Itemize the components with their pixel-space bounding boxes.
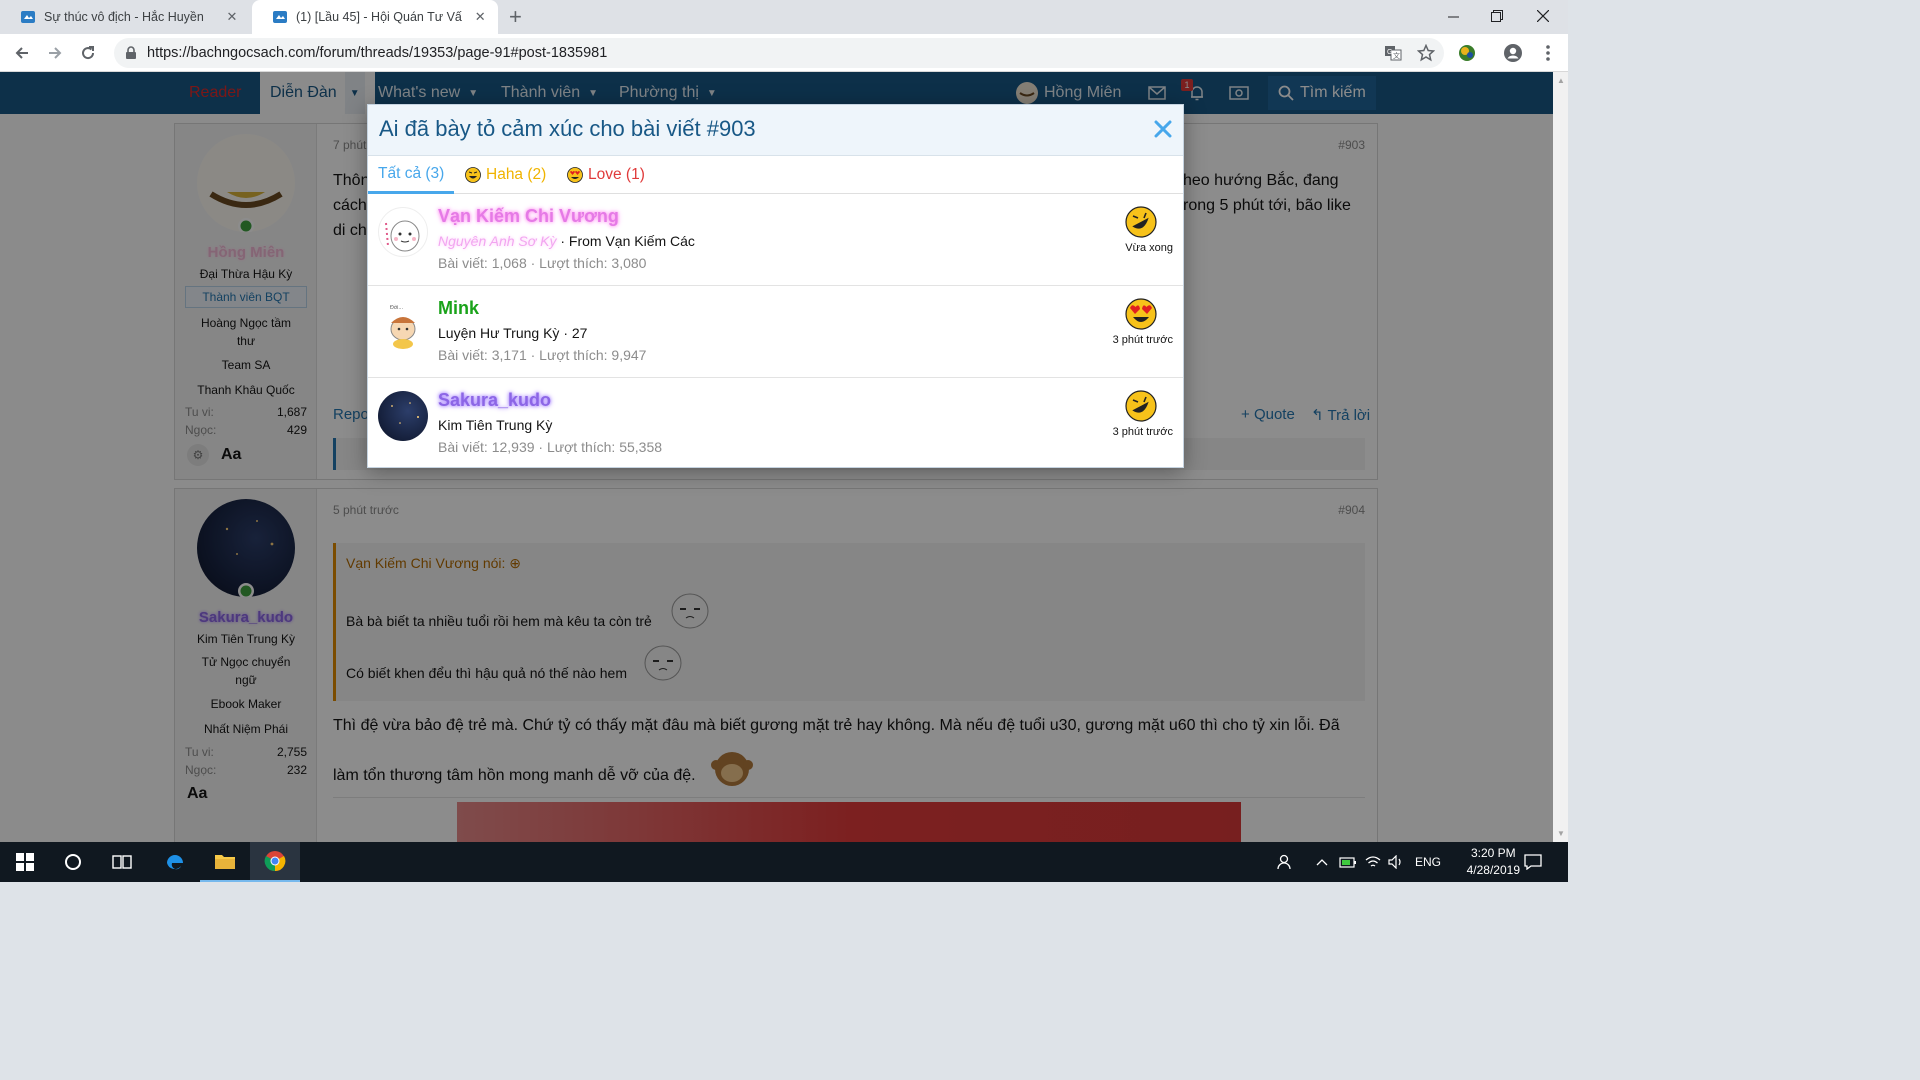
tab-all[interactable]: Tất cả (3) — [368, 156, 455, 194]
extension-icon[interactable] — [1455, 41, 1479, 65]
url-field[interactable]: https://bachngocsach.com/forum/threads/1… — [114, 38, 1444, 68]
reactor-name[interactable]: Mink — [438, 298, 479, 319]
task-view-button[interactable] — [97, 842, 147, 882]
reactor-stats: Bài viết: 1,068 · Lượt thích: 3,080 — [438, 255, 647, 271]
site-favicon-icon — [21, 11, 35, 23]
avatar[interactable] — [378, 391, 428, 441]
windows-logo-icon — [16, 853, 34, 871]
reactor-stats: Bài viết: 12,939 · Lượt thích: 55,358 — [438, 439, 663, 455]
minimize-button[interactable] — [1430, 0, 1476, 32]
clock-time: 3:20 PM — [1470, 846, 1516, 860]
reactor-stats: Bài viết: 3,171 · Lượt thích: 9,947 — [438, 347, 647, 363]
haha-emoji-icon — [1125, 390, 1157, 422]
edge-button[interactable] — [150, 842, 200, 882]
start-button[interactable] — [0, 842, 50, 882]
back-button[interactable] — [10, 41, 34, 65]
browser-tab-bar: Sự thúc vô địch - Hắc Huyền ✕ (1) [Lầu 4… — [0, 0, 1568, 34]
reactor-name[interactable]: Vạn Kiếm Chi Vương — [438, 206, 619, 227]
clock-date: 4/28/2019 — [1466, 863, 1520, 877]
translate-icon[interactable]: G文 — [1381, 41, 1405, 65]
forward-button[interactable] — [43, 41, 67, 65]
avatar[interactable]: Đời... — [378, 299, 428, 349]
scroll-down-icon[interactable]: ▼ — [1557, 829, 1565, 838]
folder-icon — [215, 855, 235, 869]
bookmark-star-icon[interactable] — [1414, 41, 1438, 65]
reaction-tabs: Tất cả (3) Haha (2) Love (1) — [368, 156, 1183, 194]
profile-icon[interactable] — [1501, 41, 1525, 65]
tab-all-label: Tất cả (3) — [378, 164, 445, 182]
reactions-dialog: Ai đã bày tỏ cảm xúc cho bài viết #903 T… — [367, 104, 1184, 468]
url-text: https://bachngocsach.com/forum/threads/1… — [147, 45, 608, 61]
avatar[interactable] — [378, 207, 428, 257]
close-window-button[interactable] — [1520, 0, 1566, 32]
chevron-up-icon[interactable] — [1316, 842, 1328, 882]
reactor-subtitle: Luyện Hư Trung Kỳ · 27 — [438, 325, 588, 341]
reaction-time: Vừa xong — [1125, 242, 1173, 254]
reload-button[interactable] — [76, 41, 100, 65]
reaction-row: Sakura_kudo Kim Tiên Trung Kỳ Bài viết: … — [368, 378, 1183, 470]
arrow-right-icon — [49, 47, 62, 59]
haha-emoji-icon — [465, 167, 481, 183]
reaction-time: 3 phút trước — [1112, 334, 1173, 346]
language-indicator[interactable]: ENG — [1415, 842, 1441, 882]
tab-title: Sự thúc vô địch - Hắc Huyền — [44, 10, 204, 24]
address-bar: https://bachngocsach.com/forum/threads/1… — [0, 34, 1568, 72]
svg-text:文: 文 — [1393, 51, 1400, 60]
dialog-header: Ai đã bày tỏ cảm xúc cho bài viết #903 — [368, 105, 1183, 156]
cortana-icon — [65, 854, 81, 870]
lock-icon — [126, 46, 136, 59]
file-explorer-button[interactable] — [200, 842, 250, 882]
reactor-subtitle: Nguyên Anh Sơ Kỳ · From Vạn Kiếm Các — [438, 233, 695, 249]
tab-title: (1) [Lầu 45] - Hội Quán Tư Vấn - — [296, 10, 463, 24]
page-scrollbar[interactable]: ▲ ▼ — [1553, 72, 1568, 842]
tab-love[interactable]: Love (1) — [567, 156, 645, 194]
svg-text:Đời...: Đời... — [390, 304, 404, 311]
menu-kebab-icon[interactable] — [1536, 41, 1560, 65]
tab-haha[interactable]: Haha (2) — [465, 156, 546, 194]
task-view-icon — [112, 855, 132, 869]
tab-love-label: Love (1) — [588, 166, 645, 183]
reactor-subtitle: Kim Tiên Trung Kỳ — [438, 417, 553, 433]
close-tab-icon[interactable]: ✕ — [472, 9, 488, 25]
reload-icon — [82, 46, 95, 60]
restore-button[interactable] — [1474, 0, 1520, 32]
wifi-icon[interactable] — [1364, 842, 1382, 882]
close-tab-icon[interactable]: ✕ — [224, 9, 240, 25]
love-emoji-icon — [567, 167, 583, 183]
dialog-title: Ai đã bày tỏ cảm xúc cho bài viết #903 — [379, 116, 756, 141]
haha-emoji-icon — [1125, 206, 1157, 238]
chrome-icon — [264, 851, 286, 872]
system-clock[interactable]: 3:20 PM 4/28/2019 — [1467, 845, 1520, 879]
arrow-left-icon — [15, 47, 28, 59]
action-center-icon[interactable] — [1524, 842, 1542, 882]
scroll-up-icon[interactable]: ▲ — [1557, 76, 1565, 85]
reaction-row: Đời... Mink Luyện Hư Trung Kỳ · 27 Bài v… — [368, 286, 1183, 378]
reaction-time: 3 phút trước — [1112, 426, 1173, 438]
windows-taskbar: ENG 3:20 PM 4/28/2019 — [0, 842, 1568, 882]
browser-tab-2[interactable]: (1) [Lầu 45] - Hội Quán Tư Vấn - ✕ — [252, 0, 498, 34]
search-cortana-button[interactable] — [48, 842, 98, 882]
reactor-name[interactable]: Sakura_kudo — [438, 390, 551, 411]
new-tab-button[interactable]: + — [509, 6, 522, 28]
love-emoji-icon — [1125, 298, 1157, 330]
chrome-button[interactable] — [250, 842, 300, 882]
volume-icon[interactable] — [1387, 842, 1405, 882]
tab-haha-label: Haha (2) — [486, 166, 547, 183]
browser-tab-1[interactable]: Sự thúc vô địch - Hắc Huyền ✕ — [0, 0, 252, 34]
close-icon[interactable] — [1151, 117, 1175, 141]
battery-icon[interactable] — [1339, 842, 1357, 882]
site-favicon-icon — [273, 11, 287, 23]
edge-icon — [167, 855, 183, 870]
people-icon[interactable] — [1276, 842, 1294, 882]
reaction-row: Vạn Kiếm Chi Vương Nguyên Anh Sơ Kỳ · Fr… — [368, 194, 1183, 286]
svg-text:G: G — [1387, 49, 1392, 56]
